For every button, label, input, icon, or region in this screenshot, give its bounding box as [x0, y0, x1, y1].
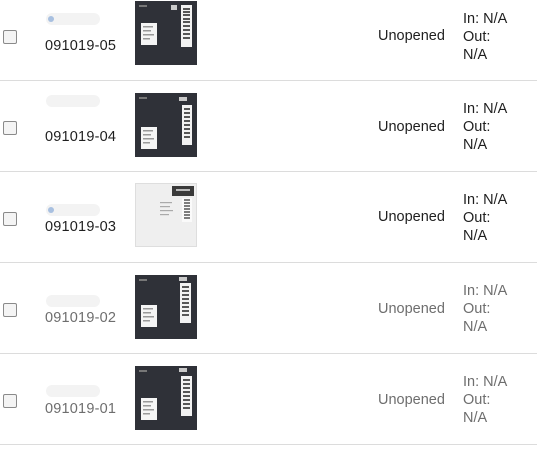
envelope-thumbnail[interactable]: [135, 1, 197, 65]
in-line: In: N/A: [463, 10, 507, 28]
envelope-image-icon: [135, 93, 197, 157]
in-line: In: N/A: [463, 100, 507, 118]
in-label: In:: [463, 374, 480, 390]
in-out-times: In: N/A Out: N/A: [463, 373, 507, 427]
row-checkbox[interactable]: [3, 212, 17, 226]
status-text: Unopened: [378, 209, 445, 225]
status-text: Unopened: [378, 119, 445, 135]
in-label: In:: [463, 101, 480, 117]
envelope-thumbnail[interactable]: [135, 93, 197, 157]
mail-id: 091019-02: [45, 310, 117, 326]
out-value: N/A: [463, 319, 488, 335]
mail-row[interactable]: 091019-02 Unopened In: N/A Out: N/A: [0, 263, 537, 354]
row-checkbox[interactable]: [3, 30, 17, 44]
envelope-thumbnail[interactable]: [135, 366, 197, 430]
sender-dot-icon: [48, 16, 54, 22]
in-line: In: N/A: [463, 282, 507, 300]
in-value: N/A: [483, 192, 508, 208]
out-label: Out:: [463, 392, 491, 408]
out-value: N/A: [463, 228, 488, 244]
in-value: N/A: [483, 101, 508, 117]
out-value: N/A: [463, 137, 488, 153]
status-text: Unopened: [378, 28, 445, 44]
envelope-image-icon: [136, 184, 196, 246]
envelope-image-icon: [135, 275, 197, 339]
redacted-sender: [46, 295, 100, 307]
in-out-times: In: N/A Out: N/A: [463, 100, 507, 154]
in-label: In:: [463, 192, 480, 208]
mail-id: 091019-05: [45, 38, 117, 54]
envelope-thumbnail[interactable]: [135, 183, 197, 247]
mail-row[interactable]: 091019-01 Unopened In: N/A Out: N/A: [0, 354, 537, 445]
row-checkbox[interactable]: [3, 394, 17, 408]
out-value: N/A: [463, 410, 488, 426]
out-label: Out:: [463, 210, 491, 226]
out-label: Out:: [463, 301, 491, 317]
mail-row[interactable]: 091019-04 Unopened In: N/A Out: N/A: [0, 81, 537, 172]
mail-list: 091019-05 Unopened In: N/A Out: N/A 0910…: [0, 0, 537, 449]
redacted-sender: [46, 385, 100, 397]
in-out-times: In: N/A Out: N/A: [463, 282, 507, 336]
redacted-sender: [46, 13, 100, 25]
status-text: Unopened: [378, 301, 445, 317]
out-label: Out:: [463, 119, 491, 135]
in-line: In: N/A: [463, 191, 507, 209]
envelope-image-icon: [135, 366, 197, 430]
in-label: In:: [463, 283, 480, 299]
status-text: Unopened: [378, 392, 445, 408]
redacted-sender: [46, 95, 100, 107]
mail-id: 091019-03: [45, 219, 117, 235]
out-label: Out:: [463, 29, 491, 45]
mail-id: 091019-04: [45, 129, 117, 145]
out-value: N/A: [463, 47, 488, 63]
row-checkbox[interactable]: [3, 121, 17, 135]
in-out-times: In: N/A Out: N/A: [463, 10, 507, 64]
mail-row[interactable]: 091019-03 Unopened In: N/A Out: N/A: [0, 172, 537, 263]
in-label: In:: [463, 11, 480, 27]
in-value: N/A: [483, 374, 508, 390]
envelope-thumbnail[interactable]: [135, 275, 197, 339]
mail-id: 091019-01: [45, 401, 117, 417]
in-out-times: In: N/A Out: N/A: [463, 191, 507, 245]
in-line: In: N/A: [463, 373, 507, 391]
redacted-sender: [46, 204, 100, 216]
in-value: N/A: [483, 11, 508, 27]
row-checkbox[interactable]: [3, 303, 17, 317]
envelope-image-icon: [135, 1, 197, 65]
sender-dot-icon: [48, 207, 54, 213]
mail-row[interactable]: 091019-05 Unopened In: N/A Out: N/A: [0, 0, 537, 81]
in-value: N/A: [483, 283, 508, 299]
